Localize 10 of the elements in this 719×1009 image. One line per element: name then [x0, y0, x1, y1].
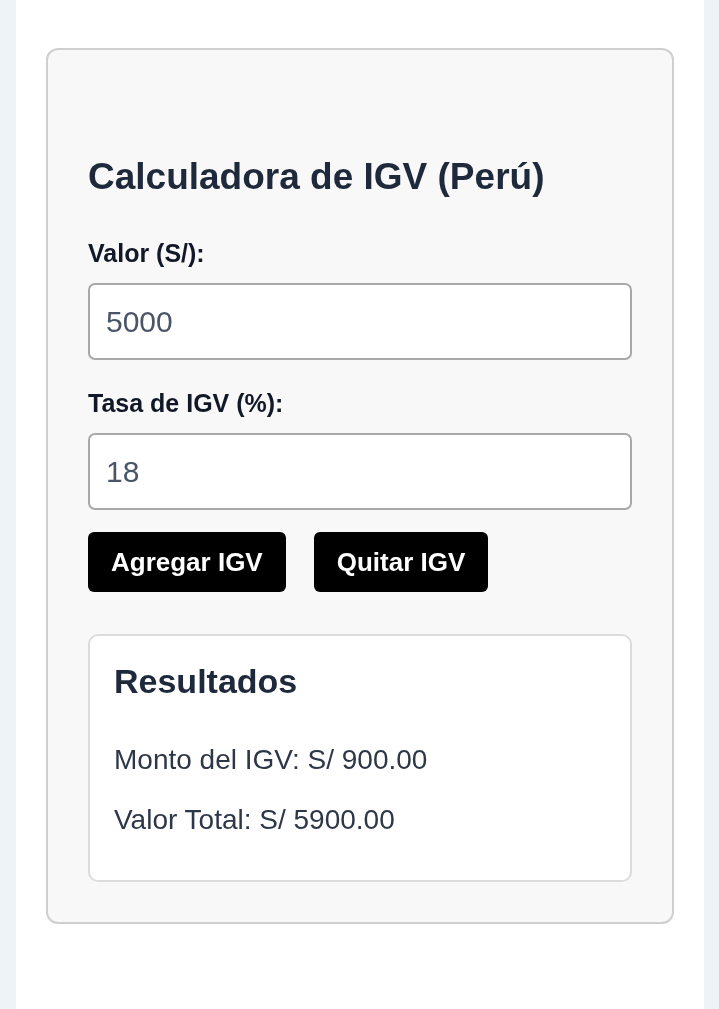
field-label: Valor (S/): — [88, 238, 205, 268]
number-input[interactable]: 5000 — [88, 283, 632, 360]
result-line: Monto del IGV: S/ 900.00 — [114, 743, 428, 777]
result-line: Valor Total: S/ 5900.00 — [114, 803, 395, 837]
results-title: Resultados — [114, 662, 298, 700]
action-button[interactable]: Quitar IGV — [313, 532, 489, 592]
action-button[interactable]: Agregar IGV — [88, 532, 286, 592]
field-label: Tasa de IGV (%): — [88, 388, 284, 418]
calculator-title: Calculadora de IGV (Perú) — [88, 155, 546, 199]
number-input[interactable]: 18 — [88, 433, 632, 510]
